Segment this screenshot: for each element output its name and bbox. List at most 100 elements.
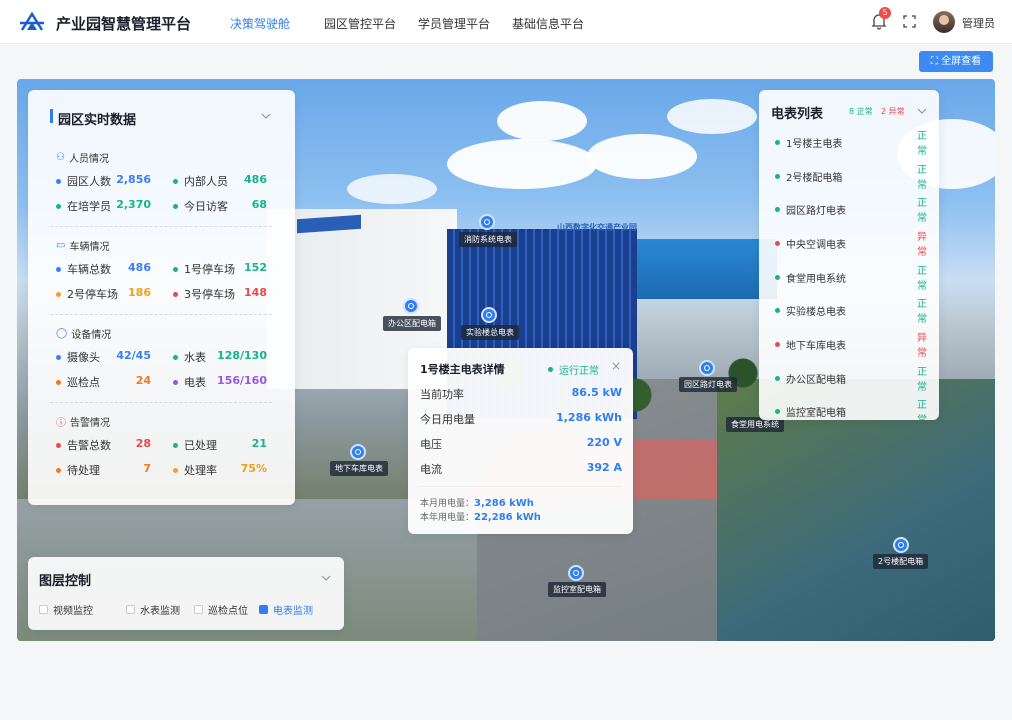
marker-label: 地下车库电表 <box>330 461 388 476</box>
devices-heading: ◯ 设备情况 <box>56 326 111 341</box>
fullscreen-icon[interactable] <box>903 15 916 28</box>
close-icon[interactable]: × <box>611 359 621 373</box>
meter-item[interactable]: 1号楼主电表 正常 <box>775 125 927 159</box>
nav-park-control[interactable]: 园区管控平台 <box>324 15 396 32</box>
title-accent <box>50 109 53 123</box>
layer-video[interactable]: 视频监控 <box>39 602 93 617</box>
detail-title: 1号楼主电表详情 <box>420 363 505 376</box>
stat-value: 21 <box>251 437 267 450</box>
map-pin-icon <box>479 214 495 230</box>
divider <box>420 486 622 487</box>
vehicles-heading-label: 车辆情况 <box>69 242 110 253</box>
stat-label: 水表 <box>173 349 206 365</box>
stat-label: 巡检点 <box>56 374 100 390</box>
fullscreen-button[interactable]: ⛶ 全屏查看 <box>919 51 993 72</box>
meter-item[interactable]: 2号楼配电箱 正常 <box>775 159 927 193</box>
building-sign: 山西数字化交通产业园 <box>557 223 637 232</box>
stat-label: 在培学员 <box>56 198 111 214</box>
car-icon: ▭ <box>56 240 66 251</box>
stat-label: 车辆总数 <box>56 261 111 277</box>
stat-label: 处理率 <box>173 462 217 478</box>
meter-detail-popup: 1号楼主电表详情 运行正常 × 当前功率 86.5 kW 今日用电量 1,286 k… <box>408 348 633 534</box>
map-pin-icon <box>481 307 497 323</box>
layer-inspection[interactable]: 巡检点位 <box>194 602 248 617</box>
stat-label: 告警总数 <box>56 437 111 453</box>
stat-value: 486 <box>128 261 151 274</box>
stat-label: 今日访客 <box>173 198 228 214</box>
stat-value: 24 <box>135 374 151 387</box>
stat-label: 摄像头 <box>56 349 100 365</box>
people-heading: ⚇ 人员情况 <box>56 150 109 165</box>
divider <box>50 226 272 227</box>
meter-item[interactable]: 园区路灯电表 正常 <box>775 192 927 226</box>
meter-item[interactable]: 实验楼总电表 正常 <box>775 293 927 327</box>
map-pin-icon <box>893 537 909 553</box>
layer-control-title: 图层控制 <box>39 574 92 589</box>
layer-control-panel: 图层控制 视频监控 水表监测 巡检点位 电表监测 <box>28 557 344 630</box>
nav-basic-info[interactable]: 基础信息平台 <box>512 15 584 32</box>
people-heading-label: 人员情况 <box>68 154 109 165</box>
marker-label: 监控室配电箱 <box>548 582 606 597</box>
detail-status: 运行正常 <box>548 362 599 377</box>
marker-label: 消防系统电表 <box>459 232 517 247</box>
devices-heading-label: 设备情况 <box>71 330 112 341</box>
meter-item[interactable]: 办公区配电箱 正常 <box>775 361 927 395</box>
marker-label: 园区路灯电表 <box>679 377 737 392</box>
nav-decision-cockpit[interactable]: 决策驾驶舱 <box>230 15 290 32</box>
stat-value: 75% <box>240 462 267 475</box>
meter-item[interactable]: 中央空调电表 异常 <box>775 226 927 260</box>
meter-list-panel: 电表列表 8 正常 2 异常 1号楼主电表 正常 2号楼配电箱 正常 园区路灯电表正… <box>759 90 939 420</box>
stat-label: 2号停车场 <box>56 286 118 302</box>
stat-value: 128/130 <box>217 349 267 362</box>
stat-value: 486 <box>244 173 267 186</box>
detail-row: 今日用电量 1,286 kWh <box>420 411 622 426</box>
meter-item[interactable]: 地下车库电表 异常 <box>775 327 927 361</box>
logo-icon <box>20 11 44 31</box>
layer-electric[interactable]: 电表监测 <box>259 602 313 617</box>
year-usage: 本年用电量：22,286 kWh <box>420 512 541 523</box>
checkbox[interactable] <box>126 605 135 614</box>
top-bar: 产业园智慧管理平台 决策驾驶舱 园区管控平台 学员管理平台 基础信息平台 5 管… <box>0 0 1012 44</box>
stat-label: 内部人员 <box>173 173 228 189</box>
divider <box>50 402 272 403</box>
checkbox[interactable] <box>39 605 48 614</box>
meter-item[interactable]: 监控室配电箱正常 <box>775 394 927 420</box>
meter-item[interactable]: 食堂用电系统 正常 <box>775 260 927 294</box>
stat-label: 园区人数 <box>56 173 111 189</box>
stat-value: 148 <box>244 286 267 299</box>
month-usage: 本月用电量：3,286 kWh <box>420 498 534 509</box>
vehicles-heading: ▭ 车辆情况 <box>56 238 109 253</box>
alarms-heading-label: 告警情况 <box>70 418 110 429</box>
chevron-down-icon[interactable] <box>261 113 271 119</box>
notification-badge: 5 <box>879 7 891 19</box>
stat-label: 3号停车场 <box>173 286 235 302</box>
stat-label: 已处理 <box>173 437 217 453</box>
chevron-down-icon[interactable] <box>917 108 927 114</box>
nav-student-management[interactable]: 学员管理平台 <box>418 15 490 32</box>
meter-list-title: 电表列表 <box>771 107 824 122</box>
stat-value: 68 <box>251 198 267 211</box>
abnormal-count: 2 异常 <box>881 107 905 116</box>
layer-water[interactable]: 水表监测 <box>126 602 180 617</box>
checkbox[interactable] <box>259 605 268 614</box>
avatar[interactable] <box>933 11 955 33</box>
stat-label: 1号停车场 <box>173 261 235 277</box>
marker-label: 实验楼总电表 <box>461 325 519 340</box>
detail-row: 电压 220 V <box>420 436 622 451</box>
cloud <box>497 101 587 141</box>
main-nav: 决策驾驶舱 园区管控平台 学员管理平台 基础信息平台 <box>230 15 606 32</box>
device-icon: ◯ <box>56 328 68 339</box>
stat-value: 152 <box>244 261 267 274</box>
stat-label: 待处理 <box>56 462 100 478</box>
stat-value: 42/45 <box>116 349 151 362</box>
cloud <box>587 134 697 179</box>
cloud <box>347 174 437 204</box>
stat-label: 电表 <box>173 374 206 390</box>
detail-row: 电流 392 A <box>420 461 622 476</box>
stat-value: 2,370 <box>116 198 151 211</box>
checkbox[interactable] <box>194 605 203 614</box>
normal-count: 8 正常 <box>849 107 873 116</box>
chevron-down-icon[interactable] <box>321 575 331 581</box>
user-name[interactable]: 管理员 <box>962 15 995 31</box>
blue-shed <box>637 239 777 299</box>
